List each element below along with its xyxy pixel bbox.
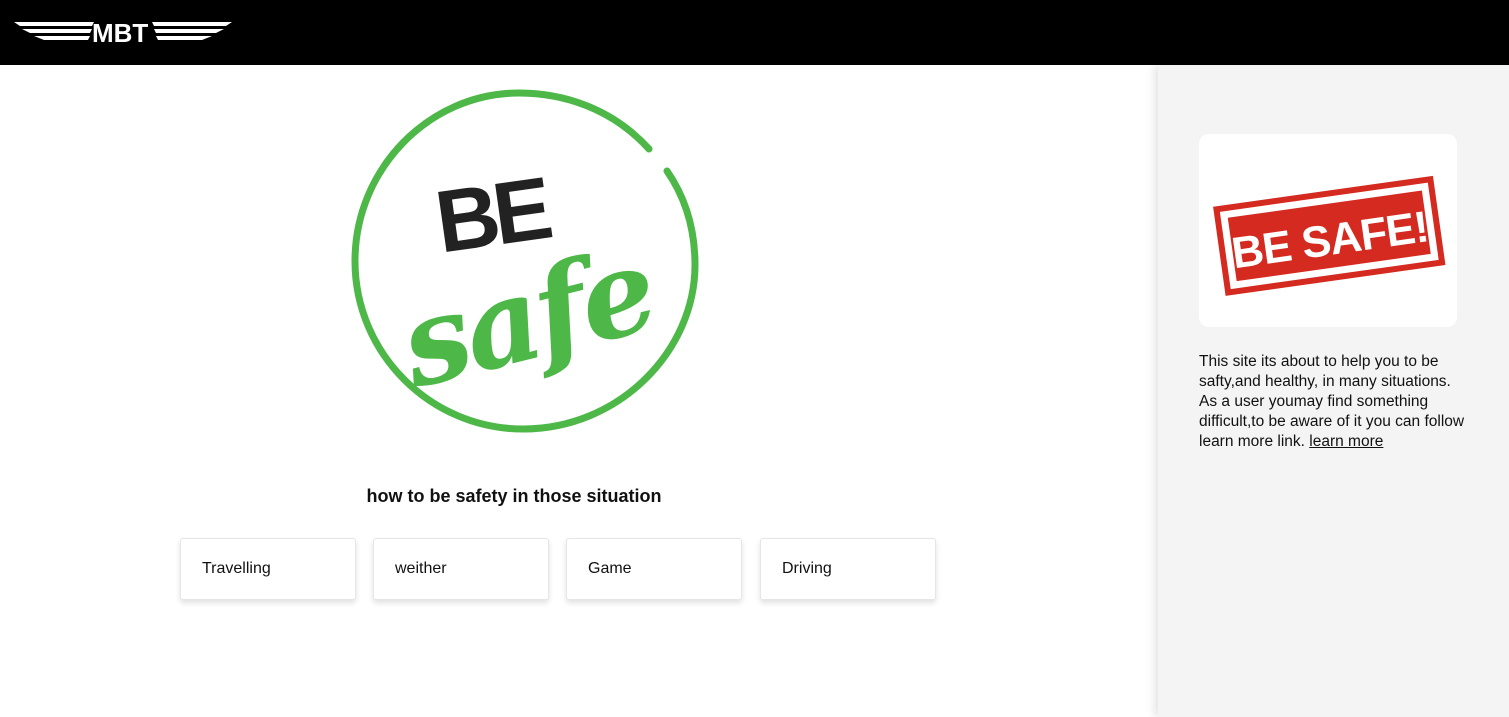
be-safe-logo: BE safe [349,89,701,435]
sidebar-description: This site its about to help you to be sa… [1199,352,1469,452]
sidebar: BE SAFE! This site its about to help you… [1158,65,1509,717]
card-label: Game [588,560,632,577]
card-travelling[interactable]: Travelling [180,538,356,600]
section-heading: how to be safety in those situation [366,486,662,506]
card-driving[interactable]: Driving [760,538,936,600]
card-label: Travelling [202,560,271,577]
learn-more-link[interactable]: learn more [1309,433,1383,450]
be-safe-stamp-image: BE SAFE! [1199,134,1457,327]
card-game[interactable]: Game [566,538,742,600]
brand-logo[interactable]: MBT [14,18,234,48]
card-label: weither [395,560,447,577]
top-navbar: MBT [0,0,1509,65]
card-weither[interactable]: weither [373,538,549,600]
logo-safe-text: safe [387,219,667,415]
main-content: BE safe how to be safety in those situat… [0,65,1158,717]
card-label: Driving [782,560,832,577]
brand-name: MBT [92,18,149,48]
